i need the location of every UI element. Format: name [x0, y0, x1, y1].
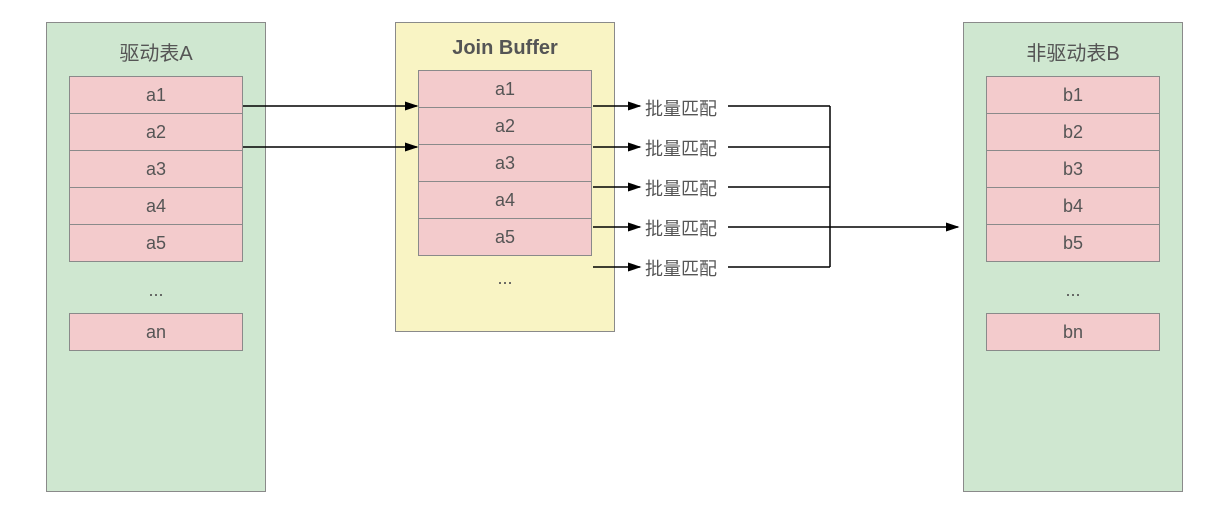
match-label: 批量匹配: [645, 95, 717, 121]
table-b-row: b1: [986, 76, 1160, 114]
table-a-row: a2: [69, 113, 243, 151]
table-b-rows: b1 b2 b3 b4 b5: [964, 76, 1182, 262]
table-b-ellipsis: ...: [964, 262, 1182, 313]
table-b-row: b2: [986, 113, 1160, 151]
table-a-row: a5: [69, 224, 243, 262]
buffer-row: a3: [418, 144, 592, 182]
buffer-row: a2: [418, 107, 592, 145]
merge-arrow-to-table-b: [728, 106, 958, 267]
table-b-row: b5: [986, 224, 1160, 262]
buffer-rows: a1 a2 a3 a4 a5: [396, 70, 614, 256]
table-a-row: a3: [69, 150, 243, 188]
buffer-row: a4: [418, 181, 592, 219]
buffer-title: Join Buffer: [396, 23, 614, 70]
buffer-ellipsis: ...: [396, 256, 614, 297]
match-label: 批量匹配: [645, 175, 717, 201]
table-a-row: a4: [69, 187, 243, 225]
table-a-title: 驱动表A: [47, 23, 265, 76]
buffer-row: a5: [418, 218, 592, 256]
buffer-row: a1: [418, 70, 592, 108]
table-a-ellipsis: ...: [47, 262, 265, 313]
table-a-row: a1: [69, 76, 243, 114]
non-driver-table-b: 非驱动表B b1 b2 b3 b4 b5 ... bn: [963, 22, 1183, 492]
match-label: 批量匹配: [645, 135, 717, 161]
table-b-row: b4: [986, 187, 1160, 225]
table-b-last-row: bn: [986, 313, 1160, 351]
table-b-title: 非驱动表B: [964, 23, 1182, 76]
table-b-row: b3: [986, 150, 1160, 188]
driver-table-a: 驱动表A a1 a2 a3 a4 a5 ... an: [46, 22, 266, 492]
table-a-last-row: an: [69, 313, 243, 351]
join-buffer: Join Buffer a1 a2 a3 a4 a5 ...: [395, 22, 615, 332]
match-label: 批量匹配: [645, 215, 717, 241]
match-label: 批量匹配: [645, 255, 717, 281]
table-a-rows: a1 a2 a3 a4 a5: [47, 76, 265, 262]
